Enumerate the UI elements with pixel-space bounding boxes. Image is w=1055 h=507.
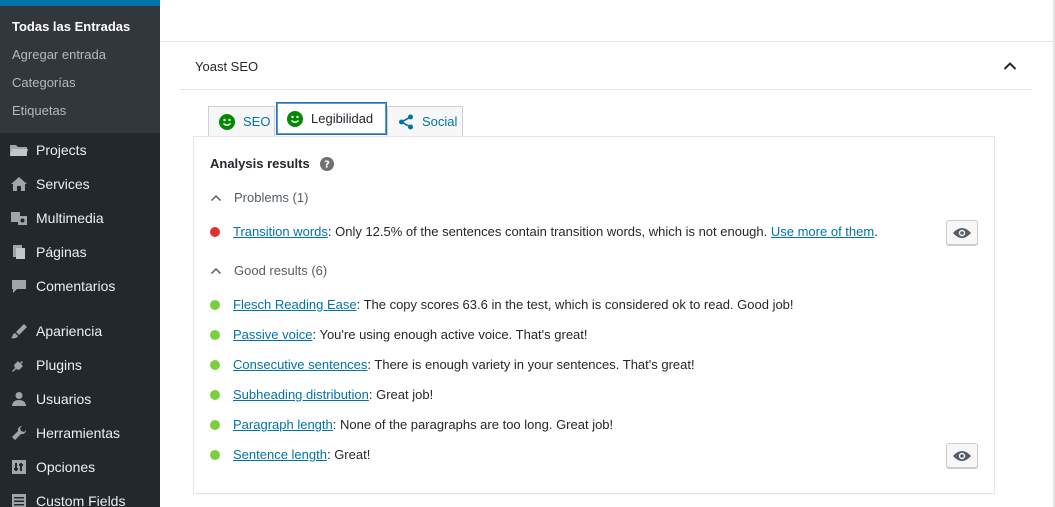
sidebar-item-projects[interactable]: Projects <box>0 133 160 167</box>
assessment-text: : Great! <box>326 447 371 462</box>
sidebar-item-services[interactable]: Services <box>0 167 160 201</box>
tab-legibilidad[interactable]: Legibilidad <box>276 102 387 135</box>
sidebar-item-label: Páginas <box>36 244 87 260</box>
eye-icon <box>953 450 971 461</box>
assessment-link[interactable]: Transition words <box>233 224 328 239</box>
good-result-item: Flesch Reading Ease : The copy scores 63… <box>210 297 794 312</box>
good-result-item: Sentence length : Great! <box>210 447 370 462</box>
help-icon[interactable]: ? <box>319 156 334 171</box>
share-icon <box>398 114 414 130</box>
custom-fields-icon <box>0 493 36 507</box>
problem-result-item: Transition words : Only 12.5% of the sen… <box>210 224 878 239</box>
metabox-header: Yoast SEO <box>180 42 1032 90</box>
sidebar-item-label: Custom Fields <box>36 493 126 507</box>
assessment-text: : You're using enough active voice. That… <box>312 327 588 342</box>
sidebar-item-custom-fields[interactable]: Custom Fields <box>0 484 160 507</box>
use-more-link[interactable]: Use more of them <box>771 224 874 239</box>
assessment-link[interactable]: Passive voice <box>233 327 312 342</box>
good-results-section-toggle[interactable]: Good results (6) <box>210 263 327 278</box>
problems-heading: Problems (1) <box>234 190 309 205</box>
sidebar-item-label: Herramientas <box>36 425 121 441</box>
chevron-up-icon <box>1003 62 1017 70</box>
sidebar-item-label: Comentarios <box>36 278 116 294</box>
sidebar-item-appearance[interactable]: Apariencia <box>0 314 160 348</box>
assessment-link[interactable]: Sentence length <box>233 447 327 462</box>
good-result-item: Consecutive sentences : There is enough … <box>210 357 695 372</box>
good-result-item: Paragraph length : None of the paragraph… <box>210 417 613 432</box>
sidebar-item-pages[interactable]: Páginas <box>0 235 160 269</box>
smiley-icon <box>219 113 235 130</box>
submenu-add-post[interactable]: Agregar entrada <box>12 41 106 69</box>
readability-panel: Analysis results ? Problems (1) Transiti… <box>193 136 995 494</box>
highlight-eye-button[interactable] <box>946 443 978 468</box>
bad-status-bullet <box>210 226 220 237</box>
tab-seo[interactable]: SEO <box>208 106 275 137</box>
users-icon <box>0 391 36 407</box>
chevron-up-icon <box>210 267 222 275</box>
sidebar-item-label: Apariencia <box>36 323 103 339</box>
assessment-link[interactable]: Consecutive sentences <box>233 357 367 372</box>
metabox-title: Yoast SEO <box>195 59 259 74</box>
submenu-categories[interactable]: Categorías <box>12 69 76 97</box>
sidebar-item-label: Projects <box>36 142 87 158</box>
settings-icon <box>0 459 36 475</box>
appearance-icon <box>0 323 36 339</box>
problems-section-toggle[interactable]: Problems (1) <box>210 190 308 205</box>
sidebar-item-plugins[interactable]: Plugins <box>0 348 160 382</box>
tab-label: Social <box>422 114 458 129</box>
analysis-results-heading: Analysis results ? <box>210 156 334 171</box>
assessment-text: : Great job! <box>368 387 434 402</box>
tab-label: Legibilidad <box>311 111 374 126</box>
chevron-up-icon <box>210 194 222 202</box>
sidebar-item-comments[interactable]: Comentarios <box>0 269 160 303</box>
svg-text:?: ? <box>324 159 330 170</box>
tab-label: SEO <box>243 114 271 129</box>
tools-icon <box>0 425 36 441</box>
good-status-bullet <box>210 389 220 400</box>
good-status-bullet <box>210 329 220 340</box>
eye-icon <box>953 227 971 238</box>
sidebar-item-multimedia[interactable]: Multimedia <box>0 201 160 235</box>
good-result-item: Passive voice : You're using enough acti… <box>210 327 588 342</box>
analysis-title-text: Analysis results <box>210 156 310 171</box>
submenu-tags[interactable]: Etiquetas <box>12 97 66 125</box>
sidebar-item-label: Multimedia <box>36 210 104 226</box>
highlight-eye-button[interactable] <box>946 220 978 245</box>
smiley-icon <box>287 110 303 127</box>
assessment-text-tail: . <box>874 224 878 239</box>
pages-icon <box>0 244 36 260</box>
sidebar-item-tools[interactable]: Herramientas <box>0 416 160 450</box>
good-status-bullet <box>210 449 220 460</box>
sidebar-item-label: Usuarios <box>36 391 92 407</box>
home-icon <box>0 176 36 192</box>
sidebar-item-users[interactable]: Usuarios <box>0 382 160 416</box>
good-status-bullet <box>210 419 220 430</box>
folder-icon <box>0 142 36 158</box>
good-status-bullet <box>210 359 220 370</box>
good-results-heading: Good results (6) <box>234 263 328 278</box>
good-status-bullet <box>210 299 220 310</box>
editor-area <box>160 0 1055 42</box>
sidebar-item-settings[interactable]: Opciones <box>0 450 160 484</box>
assessment-text: : The copy scores 63.6 in the test, whic… <box>356 297 794 312</box>
assessment-link[interactable]: Subheading distribution <box>233 387 369 402</box>
admin-sidebar: Todas las Entradas Agregar entrada Categ… <box>0 0 160 507</box>
assessment-text: : None of the paragraphs are too long. G… <box>332 417 614 432</box>
media-icon <box>0 210 36 226</box>
sidebar-item-label: Services <box>36 176 90 192</box>
tab-social[interactable]: Social <box>387 106 463 137</box>
good-result-item: Subheading distribution : Great job! <box>210 387 433 402</box>
posts-submenu: Todas las Entradas Agregar entrada Categ… <box>0 6 160 133</box>
assessment-link[interactable]: Paragraph length <box>233 417 333 432</box>
yoast-metabox: Yoast SEO SEO Legibilidad Social Analysi… <box>160 42 1053 507</box>
collapse-toggle-button[interactable] <box>1000 56 1020 76</box>
assessment-text: : Only 12.5% of the sentences contain tr… <box>327 224 771 239</box>
assessment-link[interactable]: Flesch Reading Ease <box>233 297 357 312</box>
sidebar-item-label: Opciones <box>36 459 96 475</box>
plugins-icon <box>0 357 36 373</box>
assessment-text: : There is enough variety in your senten… <box>367 357 695 372</box>
comments-icon <box>0 278 36 294</box>
submenu-all-posts[interactable]: Todas las Entradas <box>12 13 130 41</box>
sidebar-item-label: Plugins <box>36 357 82 373</box>
